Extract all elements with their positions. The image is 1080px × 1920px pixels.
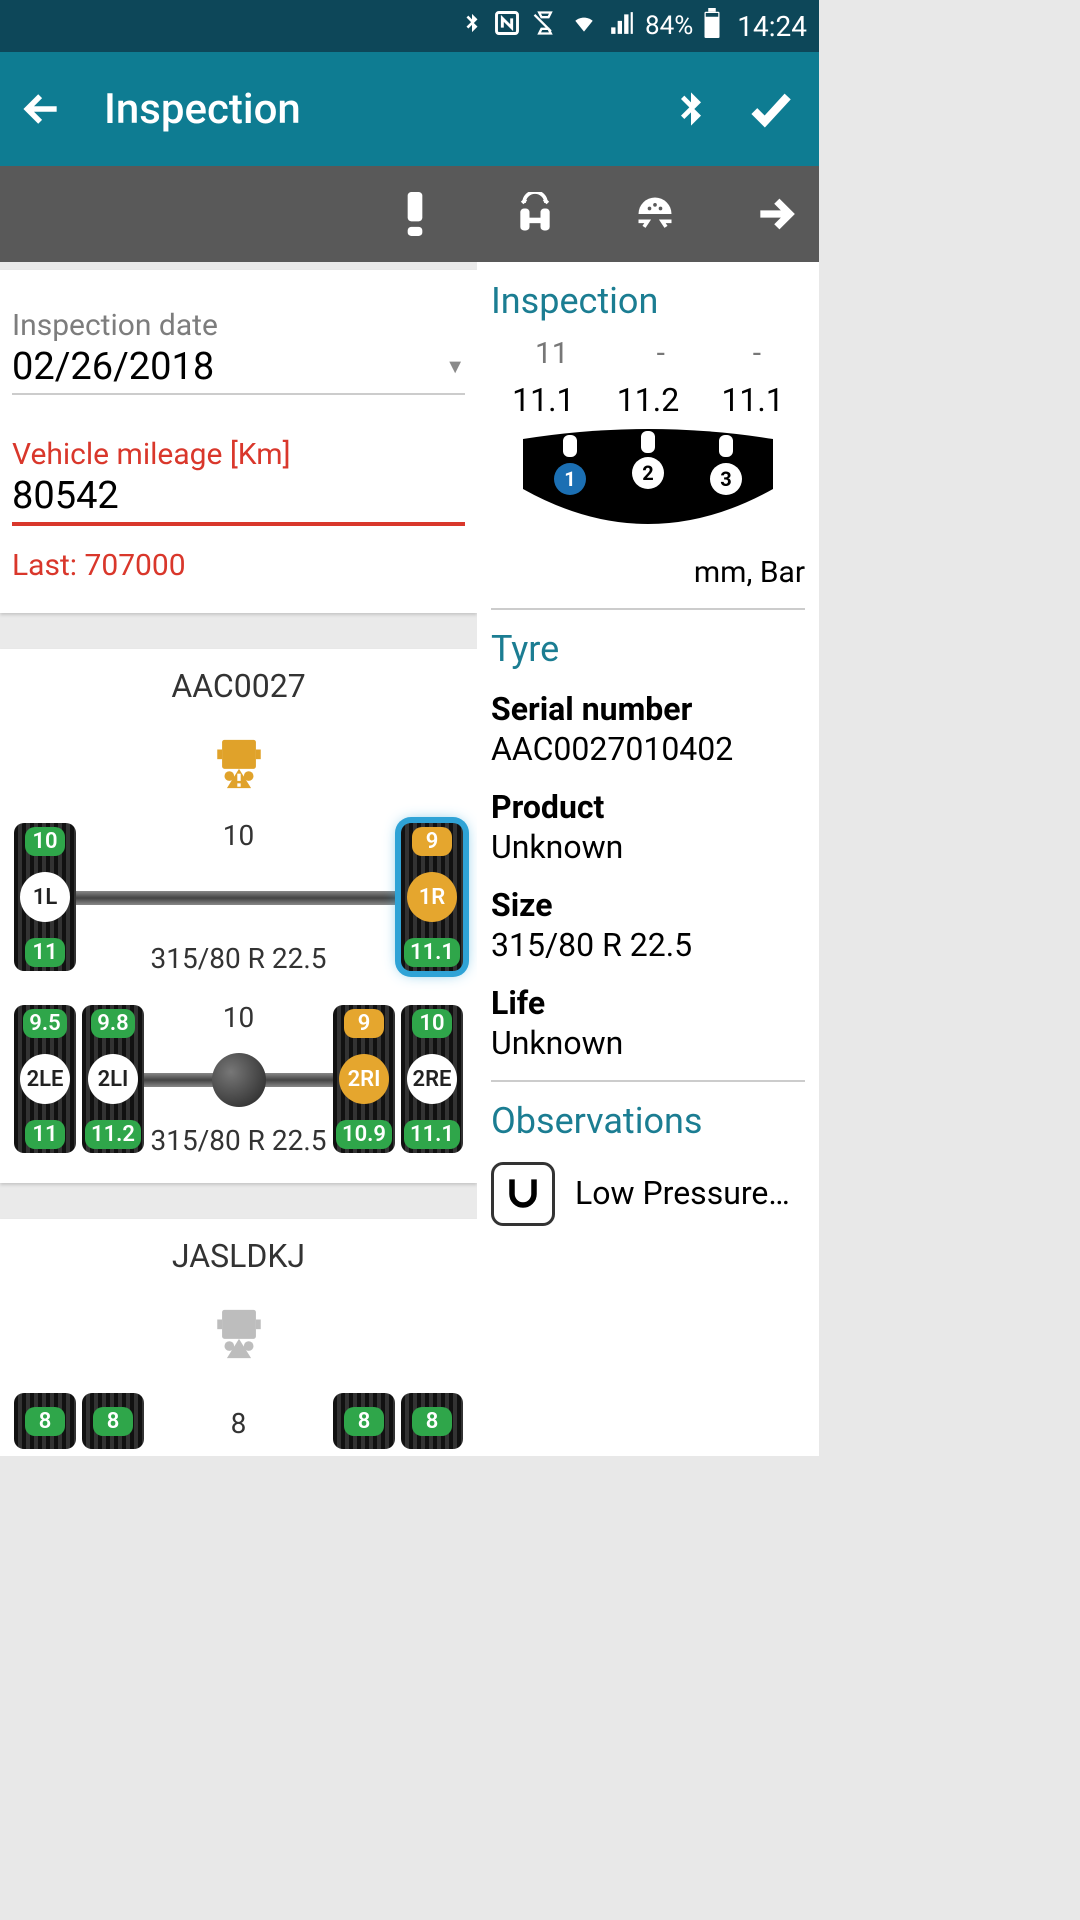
life-value: Unknown (491, 1024, 805, 1062)
product-value: Unknown (491, 828, 805, 866)
mileage-value: 80542 (12, 474, 465, 518)
svg-text:3: 3 (720, 467, 731, 491)
page-title: Inspection (104, 85, 641, 134)
battery-percent: 84% (645, 11, 693, 41)
axle-2: 10 9.5 2LE 11 9.8 2LI 11.2 9 (10, 1005, 467, 1153)
back-button[interactable] (18, 85, 66, 133)
observations-heading: Observations (491, 1100, 805, 1142)
differential-icon (212, 1053, 266, 1107)
clock: 14:24 (737, 10, 807, 43)
axle1-pressure: 10 (10, 819, 467, 852)
nfc-icon (493, 9, 521, 44)
truck-icon-grey (10, 1305, 467, 1363)
battery-icon (703, 8, 721, 45)
tyre-icon[interactable] (631, 190, 679, 238)
vehicle2-axle1: 8 8 8 8 8 (10, 1393, 467, 1449)
bluetooth-icon (461, 8, 483, 45)
truck-warning-icon (10, 735, 467, 793)
wifi-icon (569, 10, 599, 43)
left-panel: Inspection date 02/26/2018 ▼ Vehicle mil… (0, 262, 477, 1456)
alert-icon[interactable] (391, 190, 439, 238)
v2-tyre-l2[interactable]: 8 (82, 1393, 144, 1449)
size-value: 315/80 R 22.5 (491, 926, 805, 964)
axle-1: 10 10 1L 11 9 1R 11.1 315/80 R 22.5 (10, 823, 467, 971)
date-value: 02/26/2018 (12, 345, 214, 389)
dropdown-icon: ▼ (445, 354, 465, 379)
low-pressure-icon (491, 1162, 555, 1226)
next-button[interactable] (751, 190, 799, 238)
vehicle-id: AAC0027 (10, 667, 467, 705)
inspection-heading: Inspection (491, 280, 805, 322)
size-label: Size (491, 886, 805, 924)
observation-text: Low Pressure… (575, 1176, 790, 1211)
vibrate-icon (531, 9, 559, 44)
axle1-size: 315/80 R 22.5 (10, 942, 467, 975)
status-bar: 84% 14:24 (0, 0, 819, 52)
observation-item[interactable]: Low Pressure… (491, 1162, 805, 1226)
date-label: Inspection date (12, 308, 465, 343)
depth-row-1: 11 - - (491, 336, 805, 371)
vehicle2-id: JASLDKJ (10, 1237, 467, 1275)
action-toolbar (0, 166, 819, 262)
depth-row-2: 11.1 11.2 11.1 (491, 381, 805, 419)
signal-icon (609, 10, 635, 43)
svg-text:2: 2 (642, 461, 653, 485)
confirm-button[interactable] (741, 79, 801, 139)
v2-tyre-r2[interactable]: 8 (401, 1393, 463, 1449)
svg-text:1: 1 (564, 467, 575, 491)
axle-swap-icon[interactable] (511, 190, 559, 238)
serial-label: Serial number (491, 690, 805, 728)
vehicle-card-1: AAC0027 10 10 1L 11 9 1R 11 (0, 649, 477, 1183)
date-field[interactable]: Inspection date 02/26/2018 ▼ (12, 308, 465, 395)
mileage-field[interactable]: Vehicle mileage [Km] 80542 Last: 707000 (12, 437, 465, 583)
serial-value: AAC0027010402 (491, 730, 805, 768)
tread-diagram: 1 2 3 (513, 429, 783, 549)
app-bar: Inspection (0, 52, 819, 166)
v2-tyre-r1[interactable]: 8 (333, 1393, 395, 1449)
mileage-last: Last: 707000 (12, 548, 465, 583)
units-label: mm, Bar (491, 555, 805, 590)
axle2-size: 315/80 R 22.5 (10, 1124, 467, 1157)
inspection-form-card: Inspection date 02/26/2018 ▼ Vehicle mil… (0, 270, 477, 613)
mileage-label: Vehicle mileage [Km] (12, 437, 465, 472)
v2-tyre-l1[interactable]: 8 (14, 1393, 76, 1449)
bluetooth-button[interactable] (661, 79, 721, 139)
vehicle-card-2: JASLDKJ 8 8 8 8 8 (0, 1219, 477, 1456)
detail-panel: Inspection 11 - - 11.1 11.2 11.1 1 2 3 m… (477, 262, 819, 1456)
product-label: Product (491, 788, 805, 826)
life-label: Life (491, 984, 805, 1022)
axle2-pressure: 10 (10, 1001, 467, 1034)
tyre-heading: Tyre (491, 628, 805, 670)
